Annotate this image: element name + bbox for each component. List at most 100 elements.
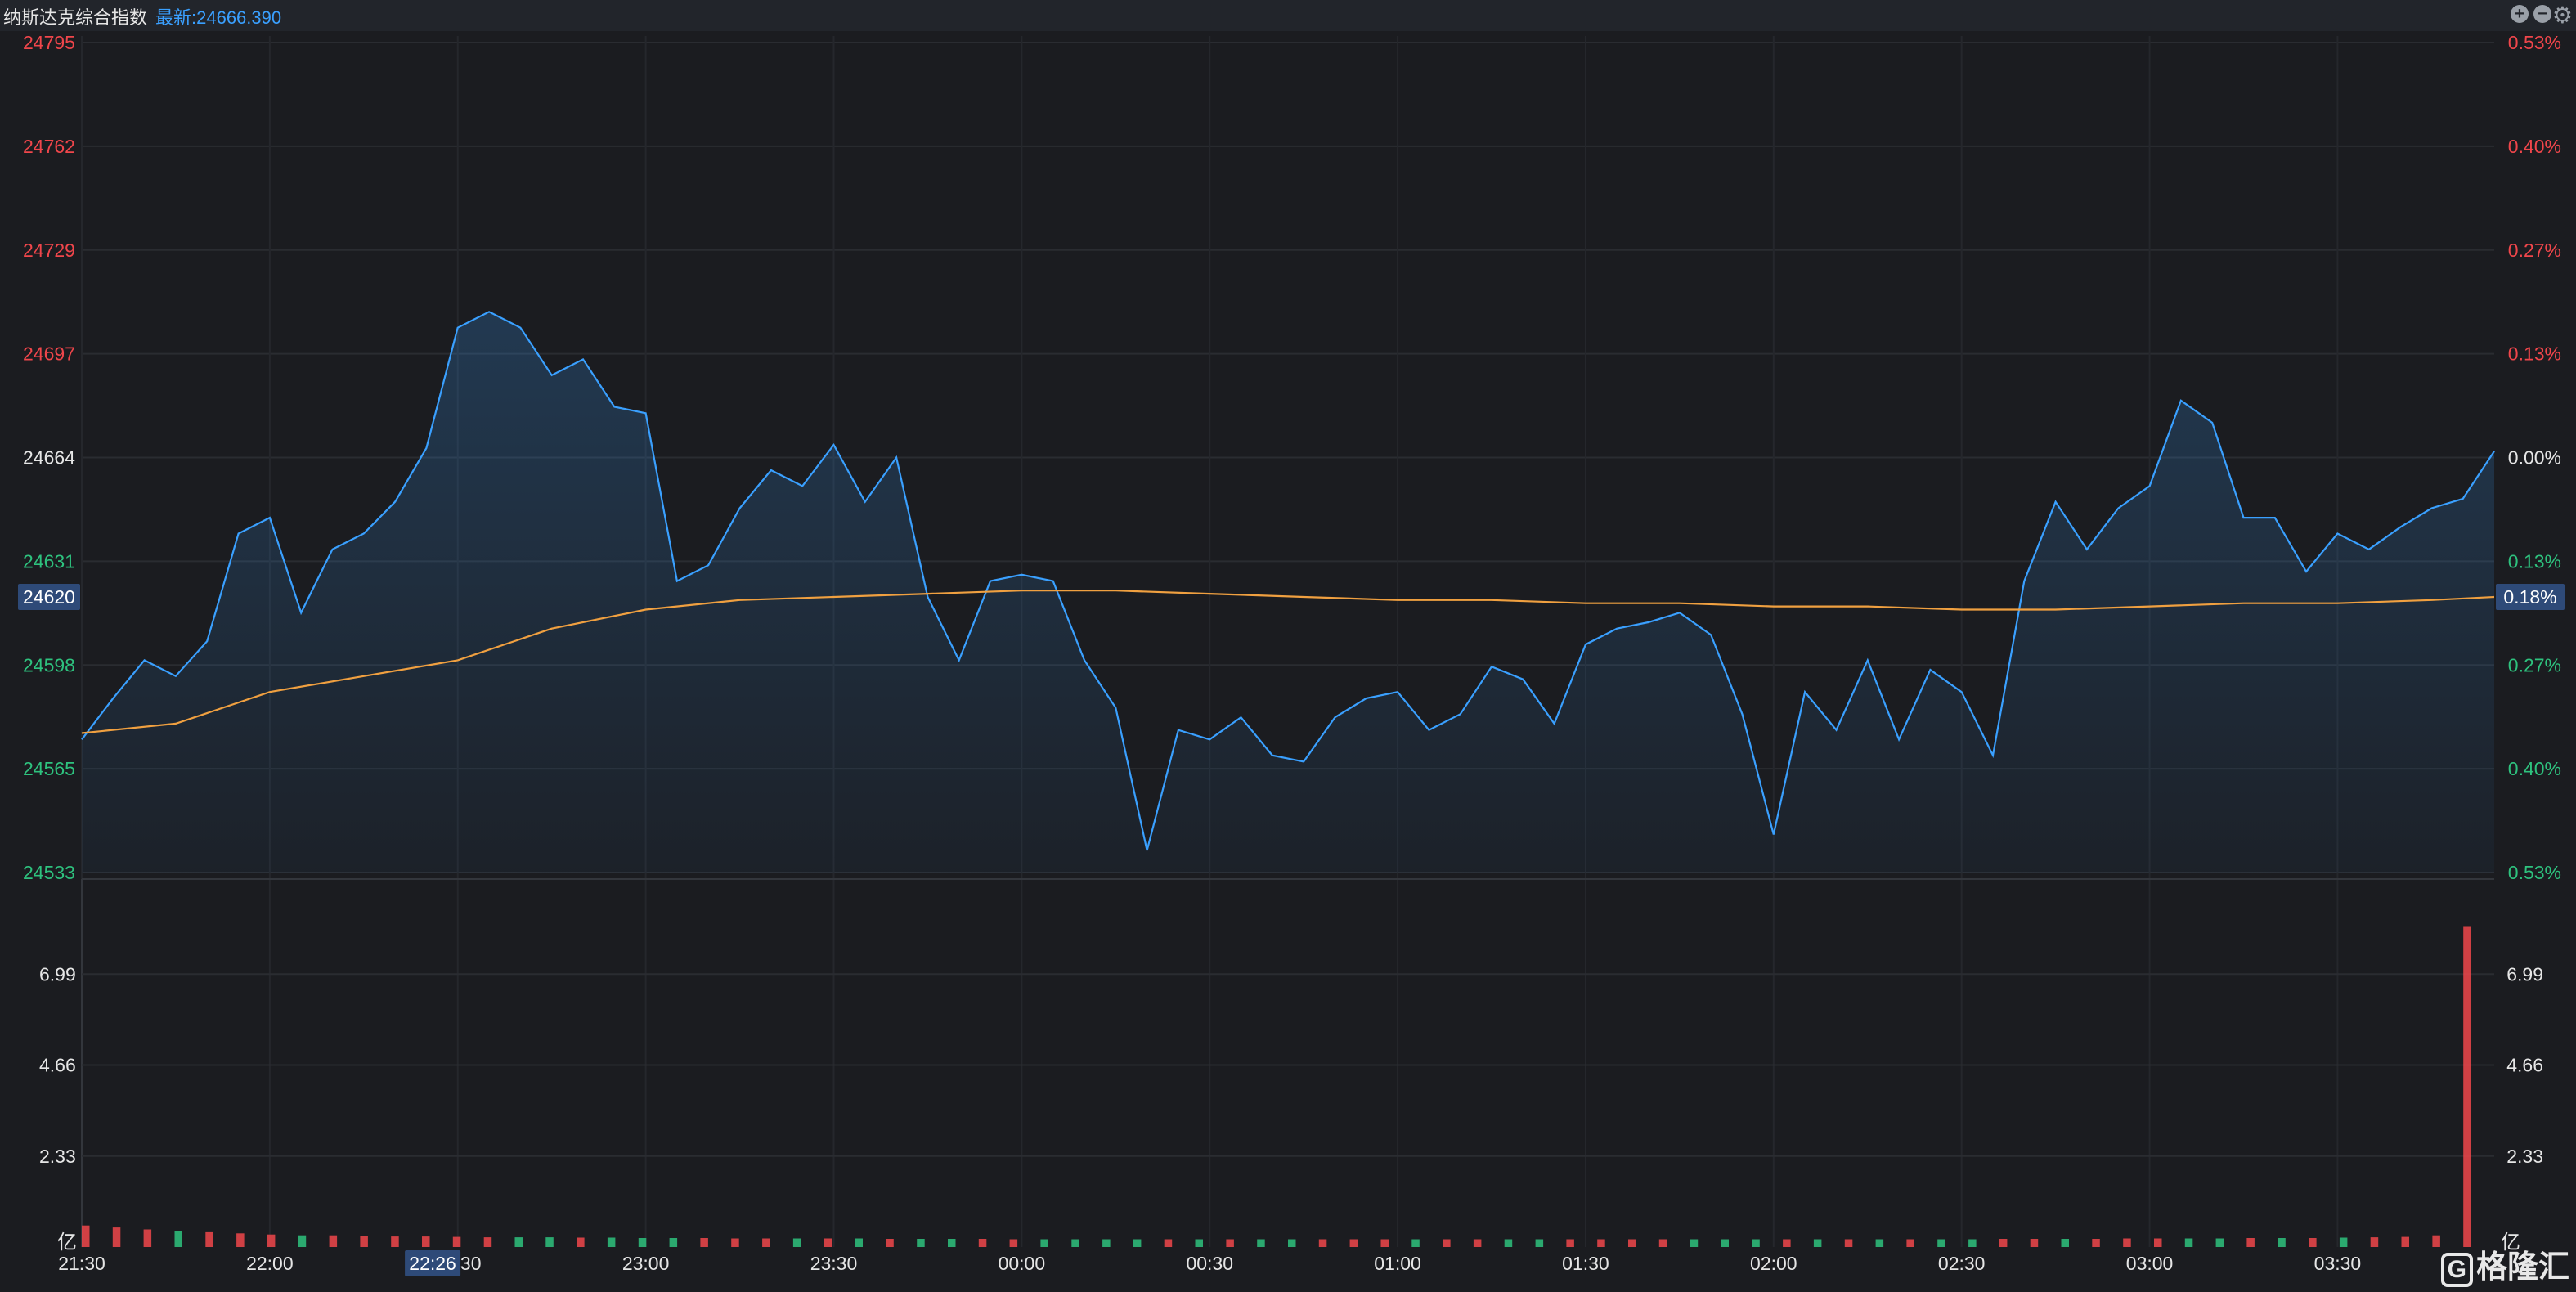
volume-tick-right: 4.66 <box>2506 1055 2543 1076</box>
volume-axis: 6.99 6.994.66 4.662.33 2.33亿亿 <box>39 963 2543 1254</box>
volume-bar <box>298 1235 307 1247</box>
volume-bar <box>638 1238 647 1247</box>
volume-bar <box>1009 1239 1018 1247</box>
volume-bar <box>1906 1239 1914 1247</box>
volume-bar <box>792 1238 801 1247</box>
volume-bar <box>1535 1239 1544 1247</box>
volume-bar <box>112 1227 121 1247</box>
volume-tick-left: 4.66 <box>39 1055 76 1076</box>
volume-bar <box>1411 1239 1420 1247</box>
volume-bar <box>1133 1239 1142 1247</box>
x-axis: 21:3022:0022:3023:0023:3000:0000:3001:00… <box>58 1253 2361 1274</box>
volume-bar <box>2061 1239 2069 1247</box>
volume-bar <box>2463 926 2471 1247</box>
volume-bar <box>1164 1239 1173 1247</box>
volume-tick-right: 6.99 <box>2506 963 2543 985</box>
y-tick-right: 0.40% <box>2508 758 2561 779</box>
volume-bar <box>1102 1239 1111 1247</box>
volume-bar <box>2092 1239 2100 1247</box>
volume-bar <box>1813 1239 1822 1247</box>
volume-bar <box>948 1239 956 1247</box>
volume-bar <box>1226 1239 1234 1247</box>
y-axis-left: 24795 24762 24729 24697 24664 24631 24598 24565… <box>23 32 75 883</box>
brand-logo: G 格隆汇 <box>2440 1241 2569 1287</box>
y-tick-right: 0.27% <box>2508 240 2561 261</box>
y-tick-right: 0.40% <box>2508 136 2561 157</box>
volume-bar <box>669 1238 678 1247</box>
volume-bar <box>2246 1238 2255 1247</box>
brand-text: 格隆汇 <box>2475 1250 2569 1285</box>
volume-bar <box>1443 1239 1451 1247</box>
volume-bar <box>2370 1237 2379 1247</box>
crosshair-percent-label: 0.18% <box>2503 586 2556 608</box>
volume-bar <box>545 1237 554 1247</box>
volume-bar <box>143 1229 152 1247</box>
volume-bar <box>1566 1239 1574 1247</box>
price-area <box>82 312 2494 873</box>
crosshair-price-label: 24620 <box>23 586 75 608</box>
volume-bar <box>422 1236 430 1247</box>
x-tick: 01:00 <box>1374 1253 1421 1274</box>
volume-bar <box>452 1236 461 1247</box>
volume-bar <box>174 1231 182 1247</box>
volume-bar <box>236 1233 245 1247</box>
intraday-chart[interactable]: 24795 24762 24729 24697 24664 24631 24598 24565… <box>0 0 2576 1292</box>
volume-bar <box>1318 1239 1327 1247</box>
volume-bar <box>1658 1239 1667 1247</box>
volume-bar <box>824 1238 832 1247</box>
x-tick: 02:00 <box>1750 1253 1797 1274</box>
volume-bar <box>2401 1236 2409 1247</box>
volume-bar <box>1844 1239 1853 1247</box>
volume-bar <box>2339 1237 2348 1247</box>
volume-bar <box>2123 1238 2131 1247</box>
volume-tick-left: 6.99 <box>39 963 76 985</box>
volume-bar <box>1875 1239 1884 1247</box>
volume-bar <box>577 1237 585 1247</box>
x-tick: 00:00 <box>999 1253 1046 1274</box>
x-tick: 03:30 <box>2314 1253 2362 1274</box>
volume-tick-left: 2.33 <box>39 1146 76 1167</box>
volume-tick-right: 2.33 <box>2506 1146 2543 1167</box>
x-tick: 01:30 <box>1562 1253 1609 1274</box>
volume-bar <box>2184 1238 2193 1247</box>
volume-bar <box>1597 1239 1605 1247</box>
volume-bar <box>360 1236 368 1247</box>
volume-bar <box>1288 1239 1296 1247</box>
y-tick-left: 24533 <box>23 862 75 883</box>
y-tick-left: 24795 <box>23 32 75 53</box>
x-tick: 23:00 <box>622 1253 670 1274</box>
volume-bar <box>1473 1239 1482 1247</box>
y-tick-right: 0.13% <box>2508 343 2561 365</box>
volume-grid <box>82 973 2494 1157</box>
x-tick: 02:30 <box>1938 1253 1986 1274</box>
volume-bar <box>1349 1239 1358 1247</box>
volume-bar <box>762 1238 770 1247</box>
y-tick-right: 0.53% <box>2508 32 2561 53</box>
volume-bar <box>978 1239 987 1247</box>
x-tick: 23:30 <box>810 1253 858 1274</box>
volume-bar <box>205 1231 213 1247</box>
volume-bar <box>1783 1239 1791 1247</box>
volume-bar <box>267 1234 276 1247</box>
volume-bar <box>1040 1239 1048 1247</box>
volume-bar <box>1937 1239 1945 1247</box>
volume-bar <box>1721 1239 1729 1247</box>
x-tick: 21:30 <box>58 1253 105 1274</box>
y-tick-left: 24598 <box>23 654 75 675</box>
volume-bar <box>329 1235 338 1247</box>
x-tick: 03:00 <box>2126 1253 2174 1274</box>
volume-bar <box>855 1238 863 1247</box>
volume-bar <box>82 1225 90 1247</box>
volume-bar <box>700 1238 708 1247</box>
volume-bar <box>1628 1239 1636 1247</box>
volume-bar <box>2215 1238 2224 1247</box>
volume-bar <box>2432 1235 2440 1247</box>
volume-bar <box>1071 1239 1079 1247</box>
volume-bar <box>2030 1239 2039 1247</box>
crosshair-time-label: 22:26 <box>409 1253 456 1274</box>
volume-bar <box>1999 1239 2008 1247</box>
y-axis-right: 0.53% 0.40% 0.27% 0.13% 0.00% 0.13% 0.27% 0.40%… <box>2508 32 2561 883</box>
y-tick-left: 24631 <box>23 550 75 572</box>
volume-unit-left: 亿 <box>57 1231 77 1254</box>
y-tick-left: 24664 <box>23 447 75 469</box>
